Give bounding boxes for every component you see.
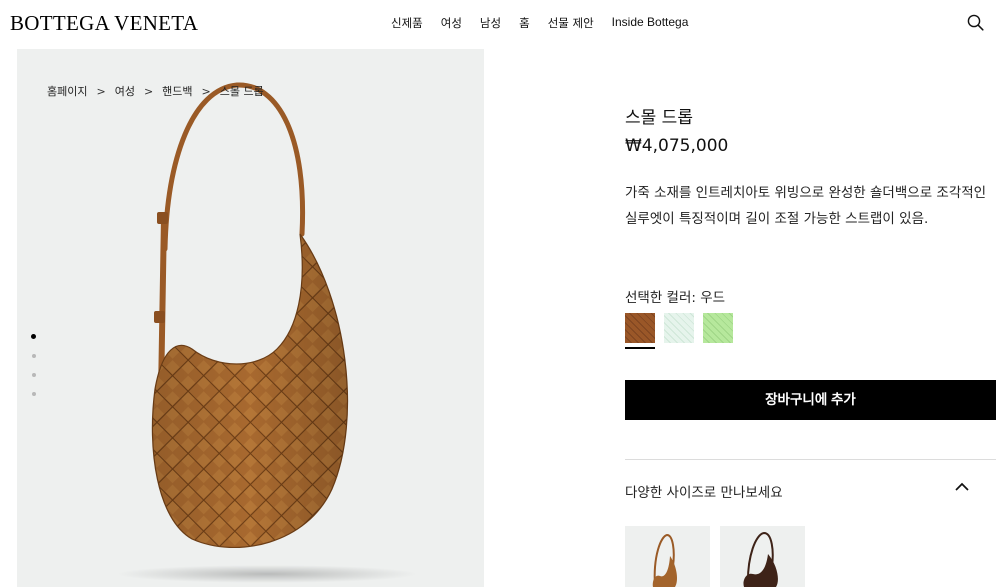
gallery-dot-1[interactable] [31,334,36,339]
product-info: 스몰 드롭 ₩4,075,000 가죽 소재를 인트레치아토 위빙으로 완성한 … [625,0,997,587]
chevron-up-icon [955,482,969,491]
color-swatches [625,313,733,349]
selected-color-label: 선택한 컬러: 우드 [625,290,726,306]
size-thumbnail-image [652,533,678,587]
breadcrumb-women[interactable]: 여성 [115,83,135,99]
sizes-accordion-toggle[interactable]: 다양한 사이즈로 만나보세요 [625,468,996,512]
divider [625,459,996,460]
add-to-cart-button[interactable]: 장바구니에 추가 [625,380,996,420]
nav-item-new[interactable]: 신제품 [391,15,423,31]
breadcrumb-separator: > [201,84,211,98]
gallery-dot-2[interactable] [31,354,36,358]
brand-logo[interactable]: BOTTEGA VENETA [10,11,198,36]
product-description: 가죽 소재를 인트레치아토 위빙으로 완성한 숄더백으로 조각적인 실루엣이 특… [625,185,987,227]
nav-item-gifts[interactable]: 선물 제안 [548,15,594,31]
product-gallery[interactable]: 홈페이지 > 여성 > 핸드백 > 스몰 드롭 [17,49,484,587]
breadcrumb-separator: > [143,84,154,98]
breadcrumb-handbags[interactable]: 핸드백 [162,83,192,99]
gallery-pagination [31,334,36,396]
nav-item-women[interactable]: 여성 [441,15,462,31]
swatch-light-mint[interactable] [664,313,694,343]
product-image [117,82,417,583]
product-title: 스몰 드롭 [625,108,693,128]
breadcrumb: 홈페이지 > 여성 > 핸드백 > 스몰 드롭 [47,83,264,99]
swatch-wood[interactable] [625,313,655,349]
size-thumbnail-1[interactable] [625,526,710,587]
breadcrumb-current: 스몰 드롭 [219,85,264,98]
gallery-dot-3[interactable] [31,373,36,377]
gallery-dot-4[interactable] [31,392,36,396]
product-price: ₩4,075,000 [625,136,729,156]
swatch-lime[interactable] [703,313,733,343]
size-thumbnail-image [743,531,778,587]
sizes-label: 다양한 사이즈로 만나보세요 [625,485,783,501]
breadcrumb-separator: > [96,84,106,98]
size-thumbnail-2[interactable] [720,526,805,587]
nav-item-home[interactable]: 홈 [519,15,530,31]
nav-item-men[interactable]: 남성 [480,15,501,31]
breadcrumb-home[interactable]: 홈페이지 [47,83,87,99]
